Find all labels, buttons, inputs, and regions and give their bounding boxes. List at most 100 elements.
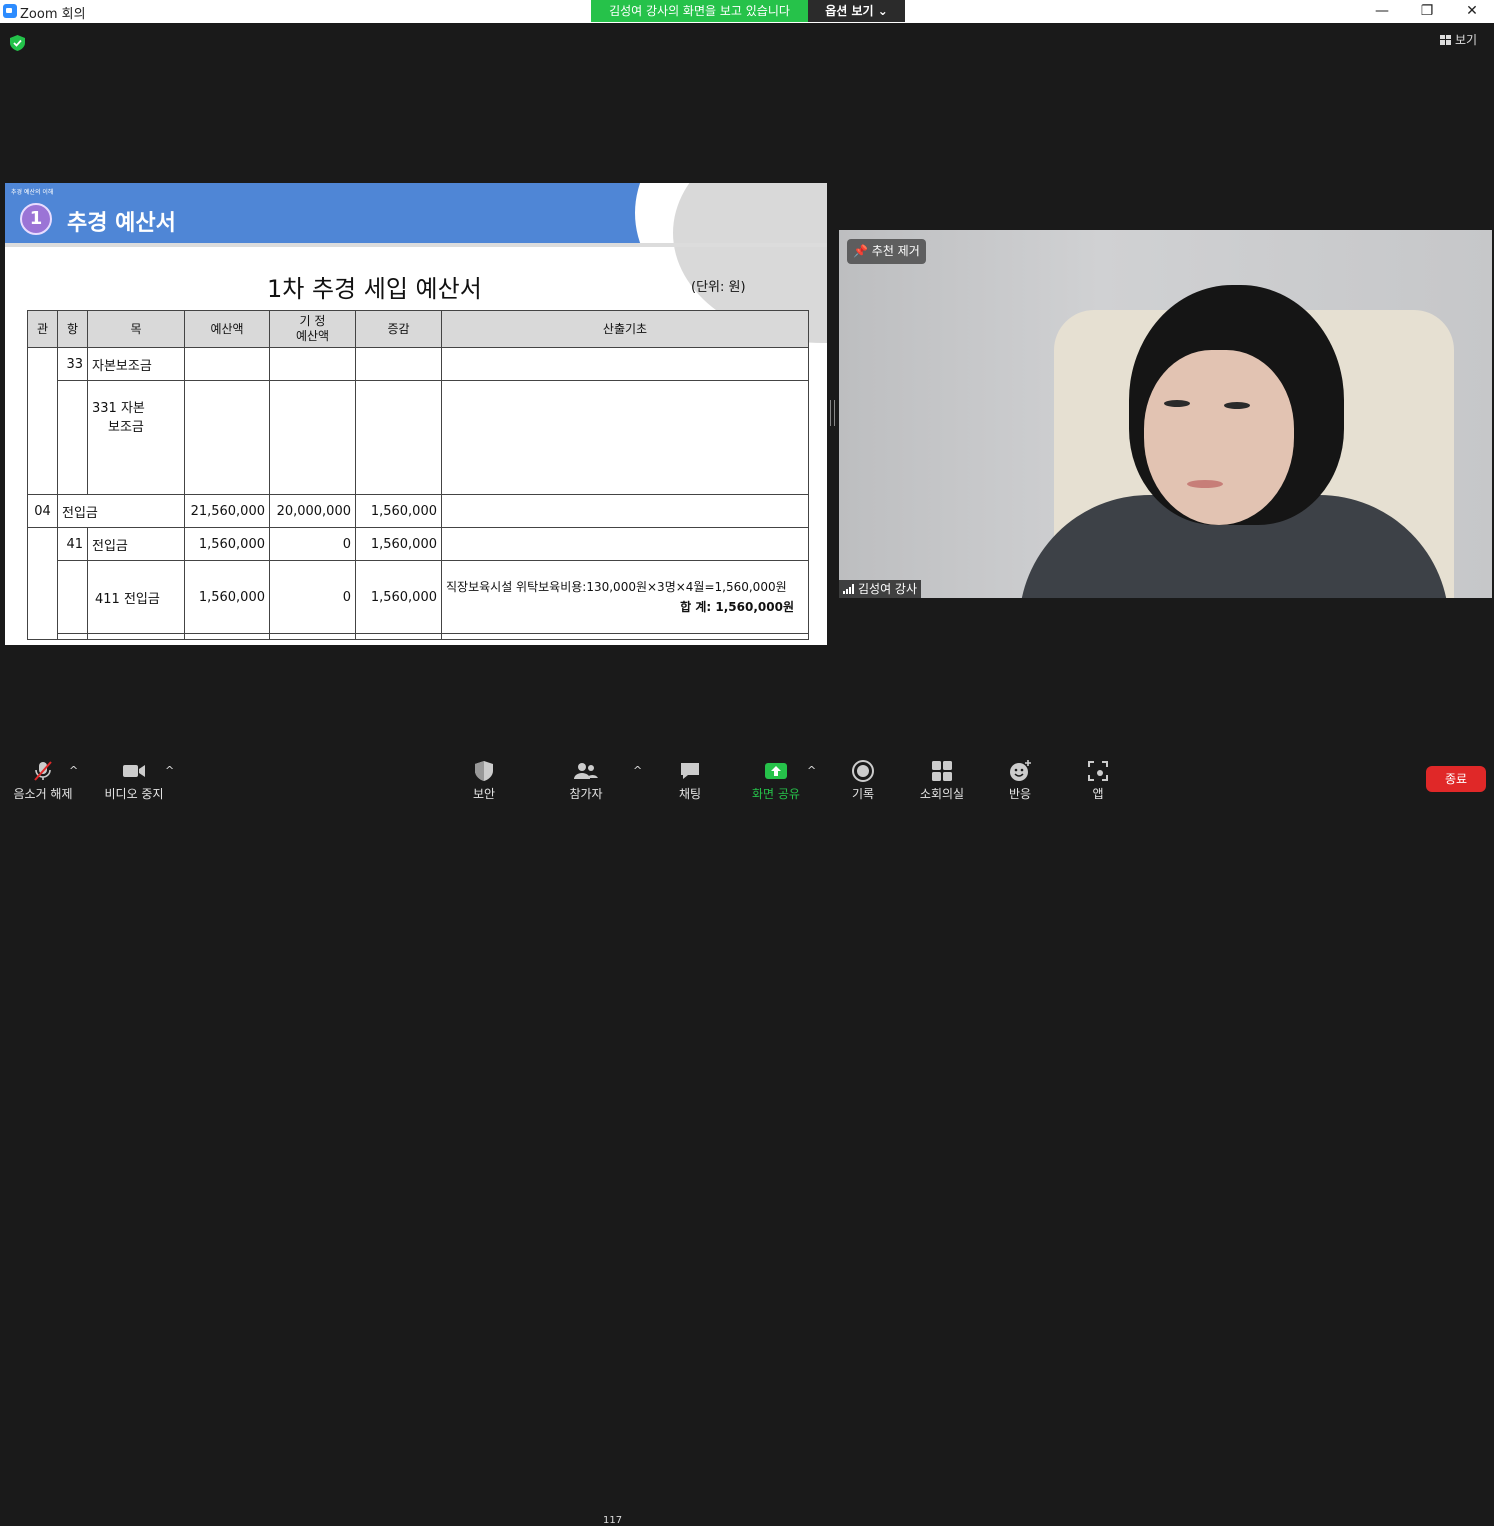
audio-options-chevron-icon[interactable]: ^: [69, 764, 78, 777]
col-header-basis: 산출기초: [441, 310, 809, 348]
col-header-gwan: 관: [27, 310, 58, 348]
share-screen-button[interactable]: 화면 공유: [746, 752, 806, 801]
stop-video-button[interactable]: 비디오 중지: [100, 752, 168, 801]
col-header-budget: 예산액: [184, 310, 270, 348]
view-label: 보기: [1455, 33, 1478, 47]
cell-mok: 전입금: [87, 527, 185, 561]
cell-change: 1,560,000: [355, 560, 442, 634]
cell-hang: [57, 380, 88, 495]
cell-basis: [441, 494, 809, 528]
slide-title: 추경 예산서: [67, 211, 176, 236]
pin-label-text: 추천 제거: [871, 244, 920, 258]
muted-mic-icon: [34, 761, 52, 781]
cell-hang: 전입금: [57, 494, 185, 528]
cell-change: 1,560,000: [355, 527, 442, 561]
participants-icon: [574, 763, 598, 779]
chat-bubble-icon: [681, 763, 699, 779]
table-row: 331 자본 보조금: [28, 380, 809, 495]
breakout-rooms-icon: [932, 761, 952, 781]
table-row: 33 자본보조금: [27, 347, 809, 495]
close-button[interactable]: ✕: [1449, 0, 1494, 23]
table-row: 04 전입금 21,560,000 20,000,000 1,560,000: [27, 494, 809, 528]
encryption-shield-icon[interactable]: [10, 35, 25, 51]
participant-name-label: 김성여 강사: [839, 580, 922, 598]
shared-screen-slide: 추경 예산의 이해 1 추경 예산서 1차 추경 세입 예산서 (단위: 원) …: [5, 183, 827, 645]
security-button[interactable]: 보안: [464, 752, 504, 801]
slide-header: 추경 예산의 이해 1 추경 예산서: [5, 183, 827, 343]
cell-change: [355, 380, 442, 495]
cell-existing: [269, 347, 356, 381]
panel-splitter-handle[interactable]: [830, 400, 835, 426]
share-options-chevron-icon[interactable]: ^: [807, 764, 816, 777]
cell-change: [355, 347, 442, 381]
unit-label: (단위: 원): [691, 280, 746, 295]
cell-budget: [184, 380, 270, 495]
cell-existing: 0: [269, 527, 356, 561]
col-header-existing: 기 정 예산액: [269, 310, 356, 348]
pin-icon: 📌: [853, 244, 868, 258]
cell-gwan: [27, 527, 58, 640]
slide-number-badge: 1: [20, 203, 52, 235]
table-row: 41 전입금 1,560,000 0 1,560,000: [27, 527, 809, 640]
minimize-button[interactable]: —: [1359, 0, 1405, 23]
cell-basis: [441, 527, 809, 561]
cell-gwan: 04: [27, 494, 58, 528]
reaction-smile-icon: [1010, 760, 1031, 781]
participant-name: 김성여 강사: [858, 582, 918, 596]
apps-button[interactable]: 앱: [1078, 752, 1118, 801]
window-title: Zoom 회의: [20, 7, 86, 22]
table-row: [28, 633, 809, 640]
maximize-button[interactable]: ❐: [1404, 0, 1450, 23]
screen-share-banner: 김성여 강사의 화면을 보고 있습니다: [591, 0, 808, 22]
cell-hang: 33: [57, 347, 88, 381]
view-layout-button[interactable]: 보기: [1440, 31, 1477, 48]
chat-button[interactable]: 채팅: [670, 752, 710, 801]
cell-hang: [57, 560, 88, 634]
table-header-row: 관 항 목 예산액 기 정 예산액 증감 산출기초: [27, 310, 809, 348]
budget-table: 관 항 목 예산액 기 정 예산액 증감 산출기초 33 자본보조금 331 자본…: [27, 310, 809, 640]
col-header-change: 증감: [355, 310, 442, 348]
cell-budget: 1,560,000: [184, 560, 270, 634]
reactions-button[interactable]: 반응: [1000, 752, 1040, 801]
slide-subtitle: 추경 예산의 이해: [11, 189, 54, 196]
end-meeting-button[interactable]: 종료: [1426, 766, 1486, 792]
cell-gwan: [27, 347, 58, 495]
cell-mok: 411 전입금: [87, 560, 185, 634]
participant-video-tile[interactable]: 📌 추천 제거 김성여 강사: [839, 230, 1492, 598]
table-row: 411 전입금 1,560,000 0 1,560,000 직장보육시설 위탁보…: [28, 560, 809, 634]
unmute-button[interactable]: 음소거 해제: [8, 752, 78, 801]
cell-existing: 20,000,000: [269, 494, 356, 528]
participants-button[interactable]: 참가자: [560, 752, 612, 801]
view-options-button[interactable]: 옵션 보기 ⌄: [808, 0, 905, 22]
cell-basis: [441, 347, 809, 381]
cell-basis: [441, 380, 809, 495]
remove-spotlight-button[interactable]: 📌 추천 제거: [847, 239, 926, 264]
zoom-app-icon: [3, 4, 17, 18]
col-header-mok: 목: [87, 310, 185, 348]
participant-count-badge: 117: [603, 1515, 623, 1526]
cell-mok: 자본보조금: [87, 347, 185, 381]
participant-face: [1144, 350, 1294, 525]
record-icon: [852, 760, 874, 782]
col-header-hang: 항: [57, 310, 88, 348]
cell-mok: 331 자본 보조금: [87, 380, 185, 495]
cell-existing: [269, 380, 356, 495]
document-title: 1차 추경 세입 예산서: [267, 275, 482, 303]
breakout-rooms-button[interactable]: 소회의실: [913, 752, 971, 801]
record-button[interactable]: 기록: [843, 752, 883, 801]
meeting-toolbar: 음소거 해제 ^ 비디오 중지 ^ 보안 참가자 117 ^ 채팅 화면 공유 …: [0, 752, 1494, 1526]
signal-strength-icon: [843, 584, 854, 594]
cell-budget: 1,560,000: [184, 527, 270, 561]
cell-existing: 0: [269, 560, 356, 634]
cell-budget: [184, 347, 270, 381]
cell-change: 1,560,000: [355, 494, 442, 528]
security-shield-icon: [475, 761, 493, 781]
share-screen-icon: [765, 763, 787, 779]
cell-basis: 직장보육시설 위탁보육비용:130,000원×3명×4월=1,560,000원 …: [441, 560, 809, 634]
cell-hang: 41: [57, 527, 88, 561]
video-camera-icon: [123, 765, 145, 777]
cell-budget: 21,560,000: [184, 494, 270, 528]
video-options-chevron-icon[interactable]: ^: [165, 764, 174, 777]
header-divider: [5, 243, 827, 247]
participants-options-chevron-icon[interactable]: ^: [633, 764, 642, 777]
